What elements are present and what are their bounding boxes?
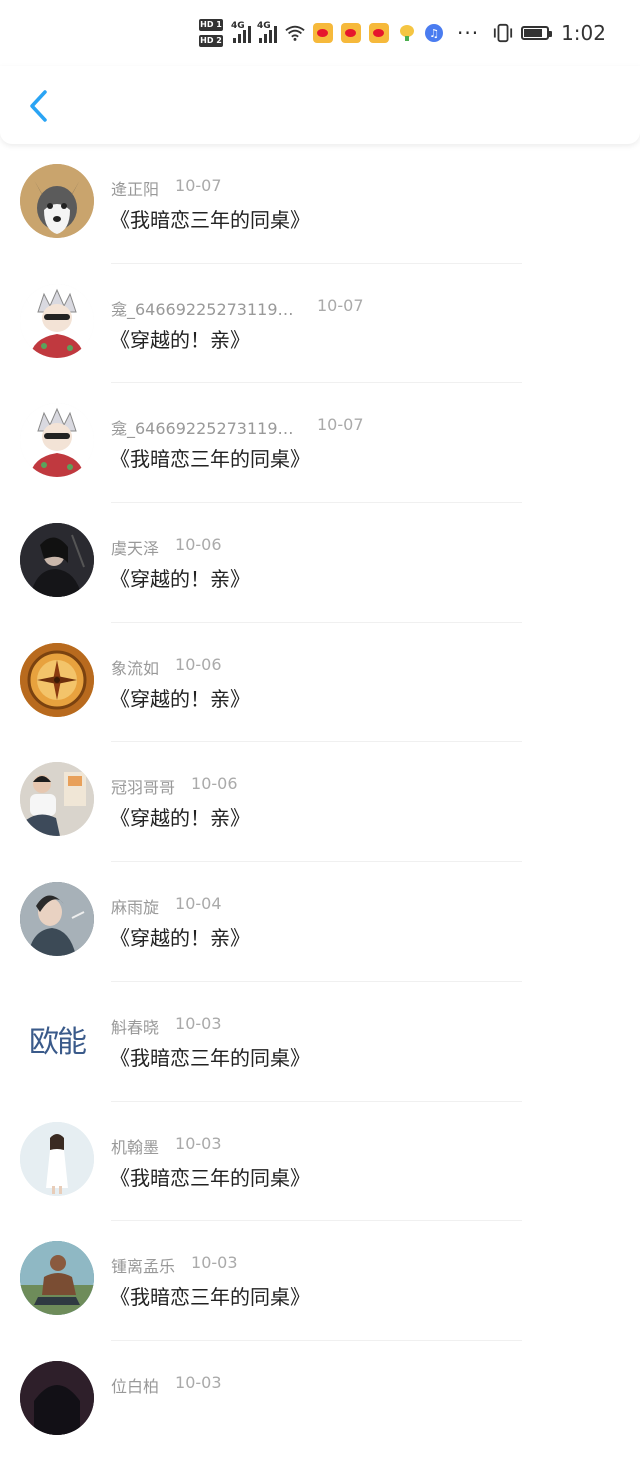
comment-date: 10-03: [175, 1372, 222, 1392]
list-item[interactable]: 麻雨旋 10-04 《穿越的！亲》: [0, 862, 640, 982]
comment-meta: 冠羽哥哥 10-06: [111, 774, 238, 798]
comment-meta: 逄正阳 10-07: [111, 176, 222, 200]
user-name[interactable]: 龛_6466922527311915...: [111, 415, 301, 439]
hd-1-icon: HD 1: [199, 19, 223, 31]
user-name[interactable]: 机翰墨: [111, 1134, 159, 1158]
book-title[interactable]: 《穿越的！亲》: [110, 563, 250, 592]
comment-list: 逄正阳 10-07 《我暗恋三年的同桌》 龛_6466922527311915.…: [0, 144, 640, 1461]
list-item[interactable]: 逄正阳 10-07 《我暗恋三年的同桌》: [0, 144, 640, 264]
book-title[interactable]: 《我暗恋三年的同桌》: [110, 1162, 310, 1191]
list-item[interactable]: 位白柏 10-03: [0, 1341, 640, 1461]
book-title[interactable]: 《穿越的！亲》: [110, 922, 250, 951]
avatar[interactable]: [20, 882, 94, 957]
book-title[interactable]: 《我暗恋三年的同桌》: [110, 204, 310, 233]
avatar[interactable]: [20, 1241, 94, 1316]
list-item[interactable]: 锺离孟乐 10-03 《我暗恋三年的同桌》: [0, 1221, 640, 1341]
avatar[interactable]: [20, 642, 94, 717]
status-bar: HD 1 HD 2 4G 4G ♫ ··· 1:02: [0, 0, 640, 66]
comment-date: 10-07: [317, 295, 364, 315]
user-name[interactable]: 象流如: [111, 655, 159, 679]
weibo-notification-icon: [341, 23, 361, 43]
list-item[interactable]: 冠羽哥哥 10-06 《穿越的！亲》: [0, 742, 640, 863]
weibo-notification-icon: [369, 23, 389, 43]
vibrate-icon: [493, 23, 513, 43]
book-title[interactable]: 《穿越的！亲》: [110, 324, 250, 353]
user-name[interactable]: 龛_6466922527311915...: [111, 296, 301, 320]
comment-date: 10-03: [175, 1133, 222, 1153]
list-item[interactable]: 机翰墨 10-03 《我暗恋三年的同桌》: [0, 1102, 640, 1222]
comment-meta: 斛春晓 10-03: [111, 1014, 222, 1038]
comment-date: 10-07: [317, 415, 364, 435]
user-name[interactable]: 位白柏: [111, 1373, 159, 1397]
avatar-text: 欧能: [29, 1024, 87, 1060]
comment-meta: 虞天泽 10-06: [111, 535, 222, 559]
comment-meta: 龛_6466922527311915... 10-07: [111, 296, 364, 320]
signal-1-icon: 4G: [231, 21, 251, 43]
clock: 1:02: [561, 21, 606, 45]
header: [0, 66, 640, 144]
avatar[interactable]: [20, 164, 94, 238]
user-name[interactable]: 逄正阳: [111, 176, 159, 200]
comment-meta: 机翰墨 10-03: [111, 1134, 222, 1158]
comment-date: 10-06: [191, 774, 238, 794]
comment-meta: 麻雨旋 10-04: [111, 894, 222, 918]
comment-meta: 象流如 10-06: [111, 655, 222, 679]
book-title[interactable]: 《穿越的！亲》: [110, 683, 250, 712]
book-title[interactable]: 《穿越的！亲》: [110, 802, 250, 831]
avatar[interactable]: [20, 403, 94, 478]
user-name[interactable]: 冠羽哥哥: [111, 774, 175, 798]
comment-date: 10-04: [175, 894, 222, 914]
comment-date: 10-07: [175, 176, 222, 195]
list-item[interactable]: 龛_6466922527311915... 10-07 《我暗恋三年的同桌》: [0, 383, 640, 504]
comment-date: 10-03: [191, 1253, 238, 1273]
battery-icon: [521, 26, 553, 40]
avatar[interactable]: 欧能: [20, 1001, 94, 1076]
wifi-icon: [285, 23, 305, 43]
user-name[interactable]: 虞天泽: [111, 535, 159, 559]
avatar[interactable]: [20, 1121, 94, 1196]
back-button[interactable]: [18, 84, 58, 128]
comment-date: 10-06: [175, 535, 222, 555]
book-title[interactable]: 《我暗恋三年的同桌》: [110, 443, 310, 472]
list-item[interactable]: 欧能 斛春晓 10-03 《我暗恋三年的同桌》: [0, 982, 640, 1102]
book-title[interactable]: 《我暗恋三年的同桌》: [110, 1042, 310, 1071]
hd-2-icon: HD 2: [199, 35, 223, 47]
more-notifications-icon: ···: [457, 21, 480, 45]
avatar[interactable]: [20, 1360, 94, 1435]
comment-date: 10-06: [175, 654, 222, 674]
avatar[interactable]: [20, 283, 94, 358]
list-item[interactable]: 象流如 10-06 《穿越的！亲》: [0, 623, 640, 743]
avatar[interactable]: [20, 762, 94, 837]
book-title[interactable]: 《我暗恋三年的同桌》: [110, 1281, 310, 1310]
signal-2-icon: 4G: [257, 21, 277, 43]
weibo-notification-icon: [313, 23, 333, 43]
app-notification-icon: [397, 23, 417, 43]
comment-date: 10-03: [175, 1013, 222, 1033]
hd-indicators: HD 1 HD 2: [199, 19, 223, 47]
user-name[interactable]: 麻雨旋: [111, 894, 159, 918]
comment-meta: 位白柏 10-03: [111, 1373, 222, 1397]
music-icon: ♫: [425, 24, 443, 42]
list-item[interactable]: 龛_6466922527311915... 10-07 《穿越的！亲》: [0, 264, 640, 384]
comment-meta: 龛_6466922527311915... 10-07: [111, 415, 364, 439]
chevron-left-icon: [30, 90, 47, 122]
user-name[interactable]: 锺离孟乐: [111, 1253, 175, 1277]
comment-meta: 锺离孟乐 10-03: [111, 1253, 238, 1277]
user-name[interactable]: 斛春晓: [111, 1014, 159, 1038]
list-item[interactable]: 虞天泽 10-06 《穿越的！亲》: [0, 503, 640, 623]
avatar[interactable]: [20, 523, 94, 598]
